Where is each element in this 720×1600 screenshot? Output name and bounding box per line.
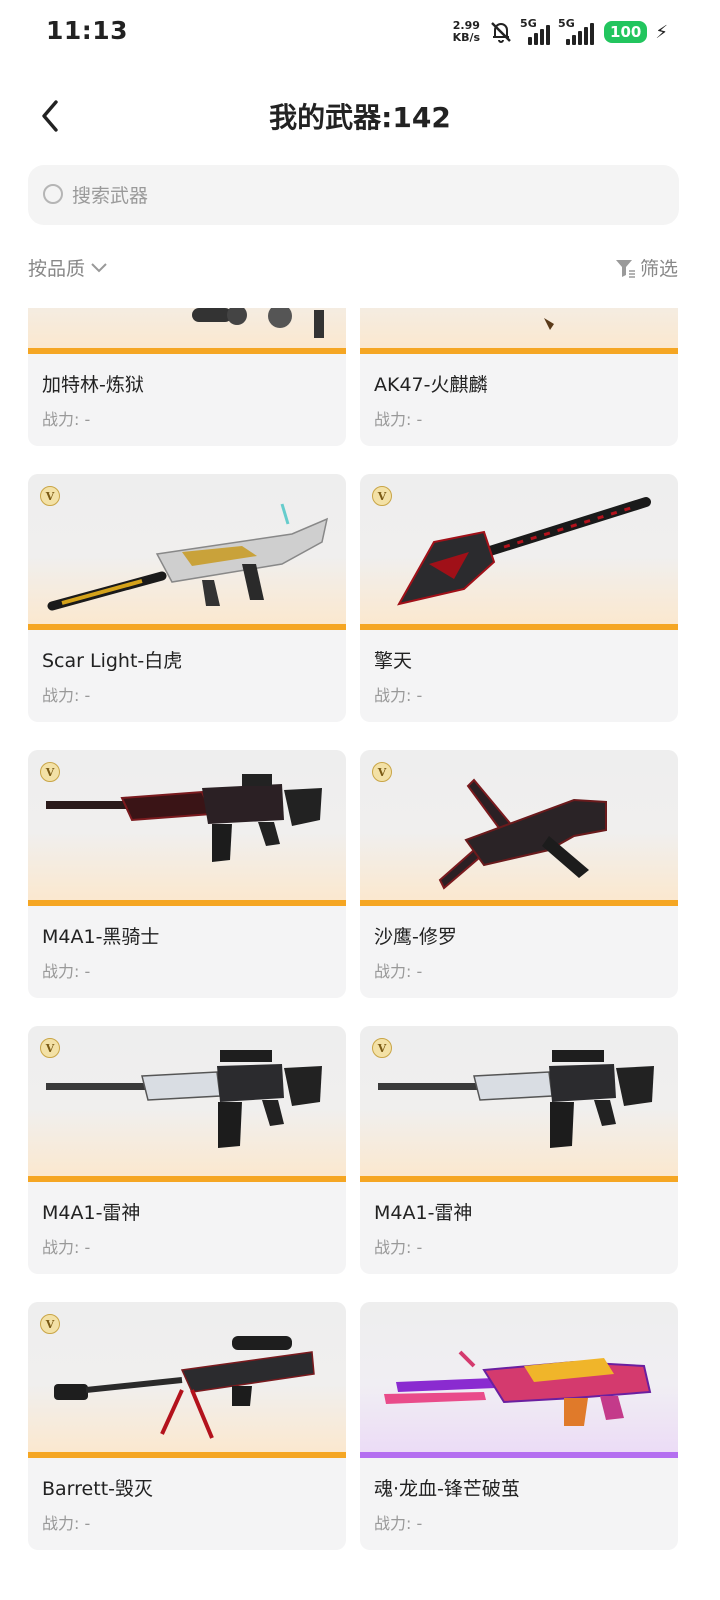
battery-indicator: 100 [604, 21, 648, 43]
filter-button[interactable]: 筛选 [614, 254, 678, 281]
status-icons: 2.99 KB/s 5G 5G 100 ⚡ [453, 14, 668, 50]
weapon-card[interactable]: V M4A1-雷神 战力: - [28, 1026, 346, 1274]
quality-bar [360, 1452, 678, 1458]
dragon-blood-rifle-icon [384, 1350, 652, 1426]
signal-sim1-icon: 5G [520, 17, 552, 45]
weapon-card[interactable]: V M4A1-雷神 战力: - [360, 1026, 678, 1274]
quality-bar [28, 900, 346, 906]
desert-eagle-pistol-icon [438, 778, 607, 890]
v-badge-icon: V [372, 1038, 392, 1058]
weapon-name: 魂·龙血-锋芒破茧 [374, 1478, 520, 1500]
ak47-rifle-icon [544, 318, 554, 330]
v-badge-icon: V [40, 1038, 60, 1058]
quality-bar [360, 348, 678, 354]
page-title: 我的武器:142 [269, 101, 451, 134]
filter-label: 筛选 [639, 258, 678, 280]
weapon-name: 加特林-炼狱 [42, 374, 144, 396]
m4a1-rifle-icon [46, 1050, 322, 1148]
weapon-power: 战力: - [42, 686, 91, 705]
quality-bar [360, 900, 678, 906]
quality-bar [28, 1176, 346, 1182]
weapon-name: Barrett-毁灭 [42, 1478, 153, 1500]
weapon-power: 战力: - [42, 962, 91, 981]
mute-bell-icon [491, 22, 511, 43]
weapon-name: 沙鹰-修罗 [374, 926, 457, 948]
weapon-power: 战力: - [374, 1238, 423, 1257]
v-badge-icon: V [372, 762, 392, 782]
weapon-card[interactable]: V 擎天 战力: - [360, 474, 678, 722]
sort-label: 按品质 [28, 258, 86, 280]
weapon-name: M4A1-雷神 [42, 1202, 141, 1224]
quality-bar [28, 348, 346, 354]
weapon-name: AK47-火麒麟 [374, 374, 488, 396]
weapon-grid[interactable]: 加特林-炼狱 战力: - AK47-火麒麟 战力: - V Scar Light… [0, 308, 720, 1600]
v-badge-icon: V [40, 1314, 60, 1334]
weapon-card[interactable]: V 沙鹰-修罗 战力: - [360, 750, 678, 998]
weapon-name: Scar Light-白虎 [42, 650, 183, 672]
quality-bar [28, 624, 346, 630]
weapon-power: 战力: - [42, 1238, 91, 1257]
weapon-power: 战力: - [374, 962, 423, 981]
network-speed-unit: KB/s [452, 31, 481, 44]
m4a1-rifle-icon [378, 1050, 654, 1148]
v-badge-icon: V [372, 486, 392, 506]
weapon-card[interactable]: V M4A1-黑骑士 战力: - [28, 750, 346, 998]
v-badge-icon: V [40, 762, 60, 782]
weapon-power: 战力: - [42, 410, 91, 429]
weapon-name: M4A1-雷神 [374, 1202, 473, 1224]
weapon-name: 擎天 [374, 650, 413, 672]
weapon-card[interactable]: V Scar Light-白虎 战力: - [28, 474, 346, 722]
weapon-power: 战力: - [42, 1514, 91, 1533]
signal-sim2-icon: 5G [558, 17, 596, 45]
sort-by-quality-dropdown[interactable]: 按品质 [28, 254, 109, 281]
clock: 11:13 [46, 16, 129, 45]
gatling-gun-icon [192, 308, 324, 338]
sim1-label: 5G [520, 17, 537, 30]
sim2-label: 5G [558, 17, 575, 30]
chevron-down-icon [91, 262, 107, 272]
weapon-name: M4A1-黑骑士 [42, 926, 160, 948]
search-input[interactable] [70, 165, 634, 227]
weapon-power: 战力: - [374, 410, 423, 429]
scar-rifle-icon [47, 503, 329, 611]
m4a1-rifle-icon [46, 774, 322, 862]
charging-bolt-icon: ⚡ [655, 21, 668, 43]
search-bar[interactable] [28, 165, 679, 227]
weapon-card[interactable]: AK47-火麒麟 战力: - [360, 308, 678, 446]
quality-bar [360, 1176, 678, 1182]
shovel-weapon-icon [397, 497, 651, 606]
search-icon [43, 184, 63, 204]
filter-funnel-icon [615, 259, 635, 278]
quality-bar [28, 1452, 346, 1458]
weapon-card[interactable]: 加特林-炼狱 战力: - [28, 308, 346, 446]
quality-bar [360, 624, 678, 630]
weapon-power: 战力: - [374, 1514, 423, 1533]
weapon-power: 战力: - [374, 686, 423, 705]
weapon-card[interactable]: V Barrett-毁灭 战力: - [28, 1302, 346, 1550]
weapon-card[interactable]: 魂·龙血-锋芒破茧 战力: - [360, 1302, 678, 1550]
network-speed: 2.99 KB/s [453, 20, 480, 44]
barrett-sniper-icon [54, 1336, 315, 1439]
status-bar: 11:13 2.99 KB/s 5G 5G 100 ⚡ [0, 0, 720, 64]
v-badge-icon: V [40, 486, 60, 506]
